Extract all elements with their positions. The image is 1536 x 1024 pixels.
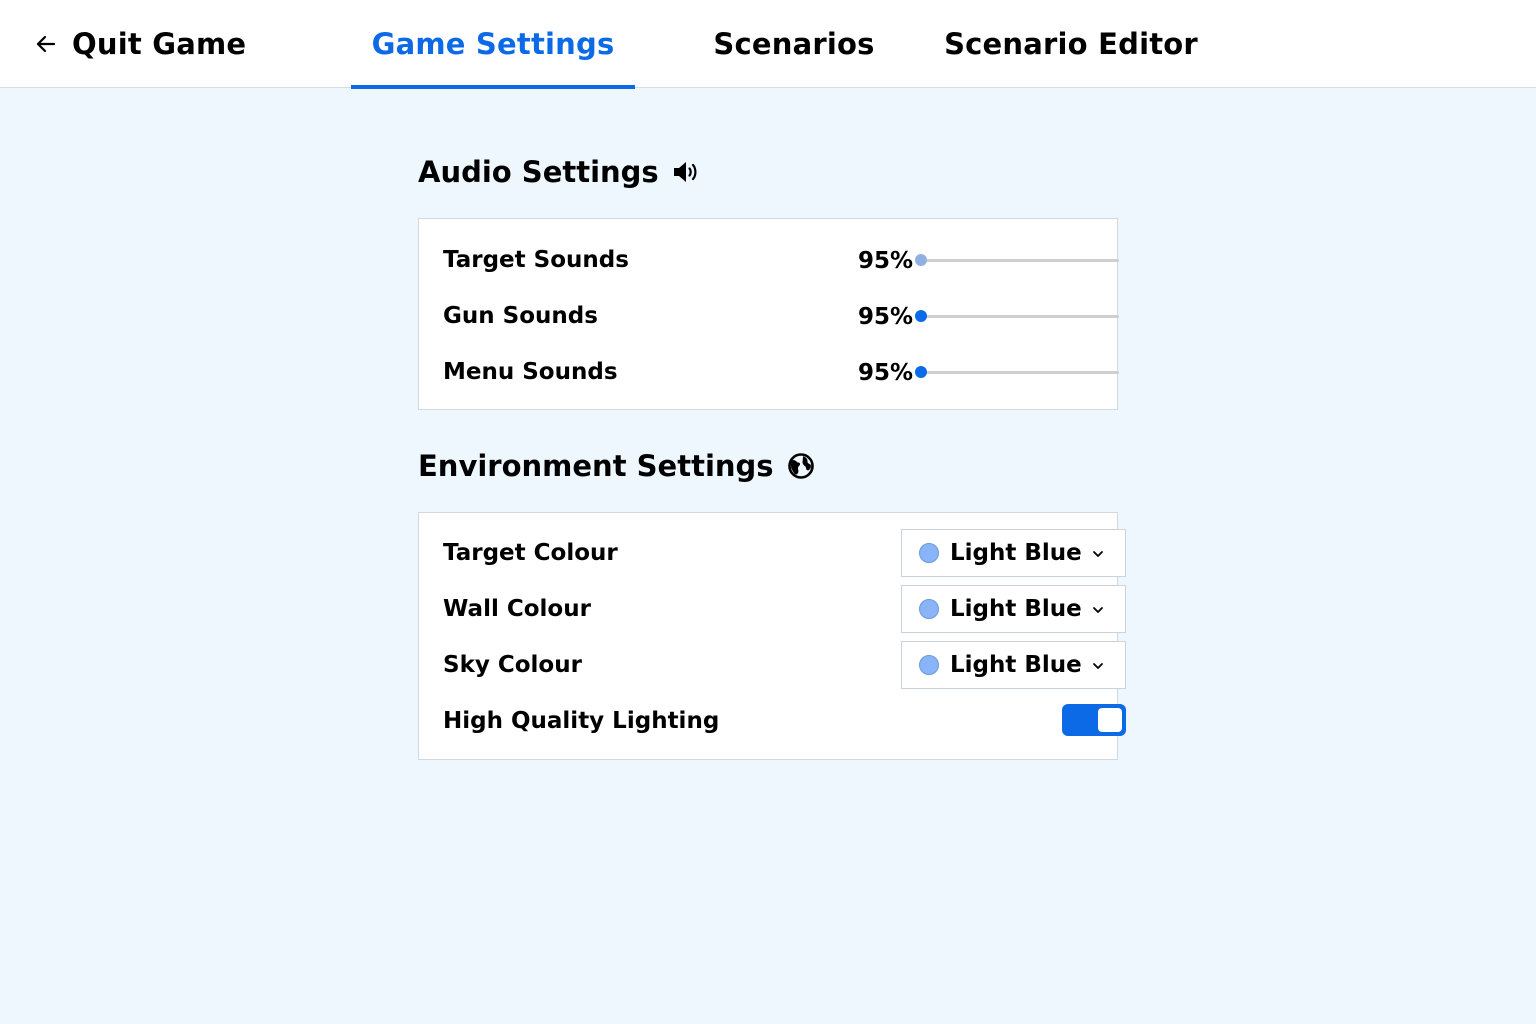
gun-sounds-label: Gun Sounds [443,303,598,329]
toggle-knob [1098,708,1122,732]
audio-settings-heading: Audio Settings [418,155,701,189]
back-arrow-icon [36,35,56,53]
target-colour-value: Light Blue [950,540,1082,566]
chevron-down-icon [1093,551,1103,557]
tab-scenarios[interactable]: Scenarios [705,0,883,88]
environment-settings-title: Environment Settings [418,449,774,483]
gun-sounds-value: 95% [858,304,914,330]
high-quality-lighting-toggle[interactable] [1062,704,1126,736]
tab-scenario-editor[interactable]: Scenario Editor [940,0,1202,88]
high-quality-lighting-label: High Quality Lighting [443,708,720,734]
colour-swatch [919,543,939,563]
audio-settings-title: Audio Settings [418,155,659,189]
gun-sounds-slider[interactable] [915,310,1119,322]
quit-game-label: Quit Game [72,27,247,61]
slider-track [921,371,1119,374]
chevron-down-icon [1093,607,1103,613]
chevron-down-icon [1093,663,1103,669]
gun-sounds-row: Gun Sounds 95% [443,296,1119,336]
colour-swatch [919,599,939,619]
quit-game-button[interactable]: Quit Game [34,24,246,64]
target-sounds-row: Target Sounds 95% [443,240,1119,280]
high-quality-lighting-row: High Quality Lighting [443,701,1126,741]
top-navigation-bar: Quit Game Game Settings Scenarios Scenar… [0,0,1536,89]
wall-colour-row: Wall Colour Light Blue [443,585,1126,633]
wall-colour-label: Wall Colour [443,596,591,622]
wall-colour-dropdown[interactable]: Light Blue [901,585,1126,633]
slider-track [921,259,1119,262]
slider-thumb[interactable] [915,310,927,322]
slider-thumb[interactable] [915,254,927,266]
target-colour-dropdown[interactable]: Light Blue [901,529,1126,577]
environment-settings-card: Target Colour Light Blue Wall Colour Lig… [418,512,1126,760]
target-sounds-slider[interactable] [915,254,1119,266]
audio-settings-card: Target Sounds 95% Gun Sounds 95% Menu So… [418,218,1119,410]
globe-icon [787,453,814,479]
menu-sounds-label: Menu Sounds [443,359,618,385]
tab-game-settings[interactable]: Game Settings [351,0,635,89]
target-sounds-value: 95% [858,248,914,274]
sky-colour-dropdown[interactable]: Light Blue [901,641,1126,689]
tab-scenario-editor-label: Scenario Editor [944,27,1198,61]
target-sounds-label: Target Sounds [443,247,629,273]
speaker-icon [673,162,697,182]
sky-colour-row: Sky Colour Light Blue [443,641,1126,689]
wall-colour-value: Light Blue [950,596,1082,622]
environment-settings-heading: Environment Settings [418,449,816,483]
menu-sounds-row: Menu Sounds 95% [443,352,1119,392]
slider-track [921,315,1119,318]
target-colour-label: Target Colour [443,540,618,566]
slider-thumb[interactable] [915,366,927,378]
colour-swatch [919,655,939,675]
menu-sounds-slider[interactable] [915,366,1119,378]
sky-colour-label: Sky Colour [443,652,582,678]
sky-colour-value: Light Blue [950,652,1082,678]
tab-game-settings-label: Game Settings [371,27,615,61]
menu-sounds-value: 95% [858,360,914,386]
target-colour-row: Target Colour Light Blue [443,529,1126,577]
tab-scenarios-label: Scenarios [713,27,875,61]
